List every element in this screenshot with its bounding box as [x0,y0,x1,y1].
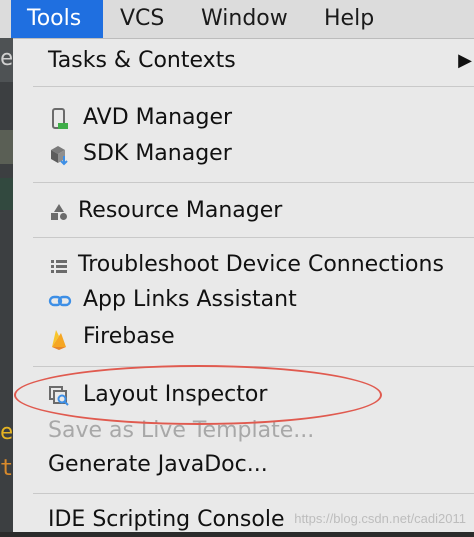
menu-item-tasks-contexts[interactable]: Tasks & Contexts ▶ [13,44,474,78]
menu-item-label: Resource Manager [78,198,283,223]
editor-background: e e t [0,38,13,532]
watermark: https://blog.csdn.net/cadi2011 [294,511,466,526]
submenu-arrow-icon: ▶ [458,50,472,71]
menu-item-app-links-assistant[interactable]: App Links Assistant [13,283,474,317]
menu-bar: Tools VCS Window Help [0,0,474,39]
tools-dropdown-menu: Tasks & Contexts ▶ AVD Manager SDK Manag… [13,39,474,532]
menu-separator [33,237,474,238]
menu-item-label: App Links Assistant [83,287,297,312]
list-icon [48,255,70,277]
editor-strip-mid [0,130,13,164]
menu-help[interactable]: Help [324,0,374,38]
menu-item-label: Generate JavaDoc... [48,452,268,477]
menu-window[interactable]: Window [201,0,288,38]
menu-vcs[interactable]: VCS [120,0,164,38]
phone-device-icon [48,108,70,130]
menu-item-label: Tasks & Contexts [48,48,236,73]
annotation-highlight-ring [14,365,382,425]
menu-item-troubleshoot-device-connections[interactable]: Troubleshoot Device Connections [13,248,474,282]
editor-char: t [0,456,13,481]
menu-item-label: Troubleshoot Device Connections [78,252,444,277]
menu-item-label: AVD Manager [83,105,233,130]
menu-item-resource-manager[interactable]: Resource Manager [13,194,474,228]
editor-strip-top: e [0,38,13,82]
editor-char: e [0,46,13,71]
menu-separator [33,182,474,183]
sdk-package-icon [48,144,70,166]
menu-separator [33,493,474,494]
menu-item-firebase[interactable]: Firebase [13,320,474,354]
menu-item-sdk-manager[interactable]: SDK Manager [13,137,474,171]
editor-char: e [0,420,13,445]
menu-item-label: SDK Manager [83,141,232,166]
menu-item-label: Firebase [83,324,175,349]
menu-tools[interactable]: Tools [11,0,103,38]
firebase-icon [48,327,70,350]
menu-separator [33,86,474,87]
editor-strip-green [0,178,13,210]
menu-item-avd-manager[interactable]: AVD Manager [13,101,474,135]
link-icon [48,290,72,312]
menu-item-generate-javadoc[interactable]: Generate JavaDoc... [13,448,474,482]
shapes-icon [48,201,70,223]
